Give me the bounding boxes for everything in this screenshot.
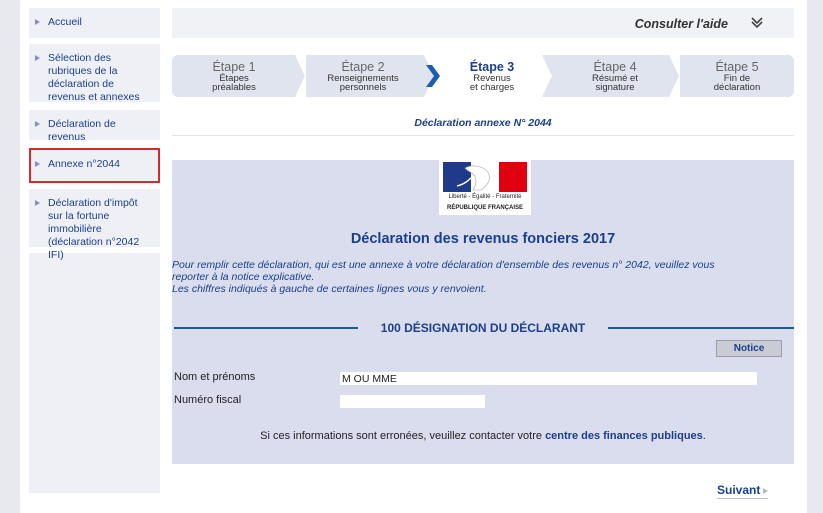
current-step-arrow-icon [420, 55, 440, 97]
step-number: Étape 1 [212, 60, 256, 74]
step-separator-icon [542, 55, 560, 97]
sidebar-item-ifi[interactable]: Déclaration d'impôt sur la fortune immob… [29, 189, 160, 261]
sidebar-item-label: Accueil [48, 16, 82, 28]
sidebar-item-label: Sélection des rubriques de la déclaratio… [48, 52, 140, 103]
intro-line: reporter à la notice explicative. [172, 271, 315, 283]
page-subtitle: Déclaration annexe N° 2044 [172, 113, 794, 136]
step-number: Étape 3 [469, 60, 515, 74]
step-number: Étape 4 [593, 60, 637, 74]
triangle-right-icon [35, 121, 40, 127]
step-label: déclaration [713, 82, 761, 93]
help-bar: Consulter l'aide [172, 8, 794, 38]
intro-line: Pour remplir cette déclaration, qui est … [172, 259, 715, 271]
step-number: Étape 2 [341, 60, 385, 74]
contact-prefix: Si ces informations sont erronées, veuil… [260, 430, 546, 442]
next-button[interactable]: Suivant [717, 483, 769, 499]
logo-republic: RÉPUBLIQUE FRANÇAISE [446, 205, 523, 211]
fiscal-number-input[interactable] [340, 395, 485, 408]
sidebar-nav: Accueil Sélection des rubriques de la dé… [29, 8, 160, 493]
step-number: Étape 5 [715, 60, 759, 74]
step-5: Étape 5 Fin de déclaration [680, 55, 794, 97]
triangle-right-icon [35, 161, 40, 167]
step-label: personnels [339, 82, 387, 93]
marianne-logo: Liberté - Égalité - Fraternité RÉPUBLIQU… [439, 160, 531, 215]
steps-progress: Étape 1 Étapes préalables Étape 2 Rensei… [172, 55, 794, 97]
name-input[interactable] [340, 372, 757, 385]
finances-publiques-link[interactable]: centre des finances publiques [545, 430, 703, 442]
marianne-flag-icon [443, 162, 527, 192]
step-label: signature [595, 82, 635, 93]
triangle-right-icon [35, 200, 40, 206]
section-divider [608, 327, 794, 329]
step-label: et charges [469, 82, 515, 93]
intro-line: Les chiffres indiqués à gauche de certai… [172, 283, 487, 295]
step-separator-icon [288, 55, 306, 97]
triangle-right-icon [35, 55, 40, 61]
sidebar-filler [29, 253, 160, 493]
notice-button[interactable]: Notice [716, 340, 782, 357]
form-title: Déclaration des revenus fonciers 2017 [350, 231, 616, 247]
name-label: Nom et prénoms [174, 371, 256, 383]
step-3: Étape 3 Revenus et charges [442, 55, 542, 97]
contact-text: Si ces informations sont erronées, veuil… [172, 430, 794, 442]
sidebar-item-label: Annexe n°2044 [48, 158, 120, 170]
logo-motto: Liberté - Égalité - Fraternité [448, 194, 522, 200]
intro-text: Pour remplir cette déclaration, qui est … [172, 259, 772, 295]
next-label: Suivant [717, 483, 761, 497]
sidebar-item-declaration-revenus[interactable]: Déclaration de revenus [29, 110, 160, 143]
page-container: Accueil Sélection des rubriques de la dé… [20, 0, 807, 513]
triangle-right-icon [35, 19, 40, 25]
fiscal-number-label: Numéro fiscal [174, 394, 242, 406]
step-1: Étape 1 Étapes préalables [172, 55, 296, 97]
step-4: Étape 4 Résumé et signature [560, 55, 670, 97]
sidebar-item-selection-rubriques[interactable]: Sélection des rubriques de la déclaratio… [29, 44, 160, 103]
sidebar-item-accueil[interactable]: Accueil [29, 8, 160, 38]
sidebar-item-annexe-2044[interactable]: Annexe n°2044 [29, 148, 160, 183]
help-link[interactable]: Consulter l'aide [635, 17, 728, 31]
form-panel: Liberté - Égalité - Fraternité RÉPUBLIQU… [172, 160, 794, 464]
chevron-down-icon[interactable] [750, 15, 764, 29]
sidebar-item-label: Déclaration de revenus [48, 118, 116, 143]
sidebar-item-label: Déclaration d'impôt sur la fortune immob… [48, 197, 140, 261]
contact-suffix: . [702, 430, 706, 442]
step-separator-icon [662, 55, 680, 97]
triangle-right-icon [763, 487, 769, 494]
step-label: préalables [212, 82, 256, 93]
step-2: Étape 2 Renseignements personnels [306, 55, 420, 97]
